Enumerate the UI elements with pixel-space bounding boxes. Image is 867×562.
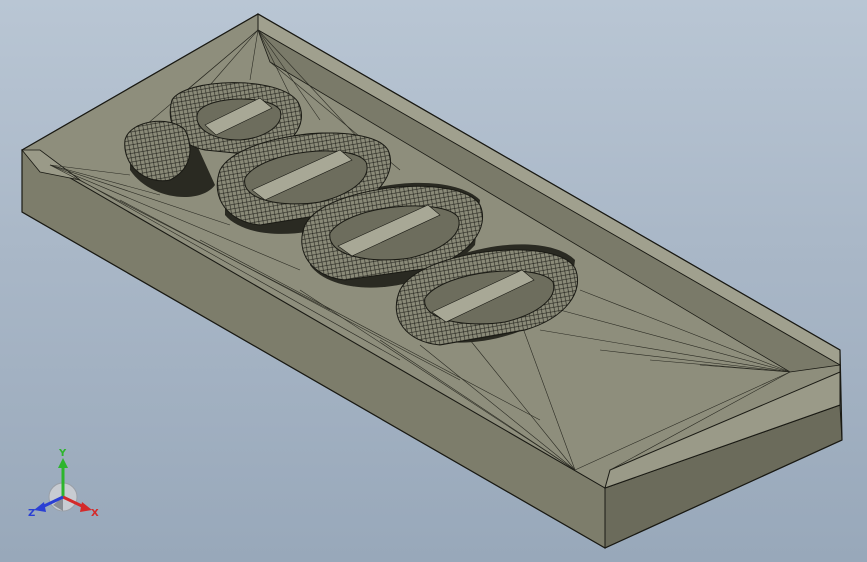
triad-z-arrow (34, 502, 46, 512)
triad-x-label: X (91, 508, 99, 519)
triad-y-label: Y (58, 448, 67, 459)
triad-y-arrow (58, 458, 68, 468)
model-viewport[interactable] (0, 0, 867, 562)
reference-triad[interactable]: X Y Z (20, 442, 110, 532)
triad-z-label: Z (28, 508, 35, 519)
